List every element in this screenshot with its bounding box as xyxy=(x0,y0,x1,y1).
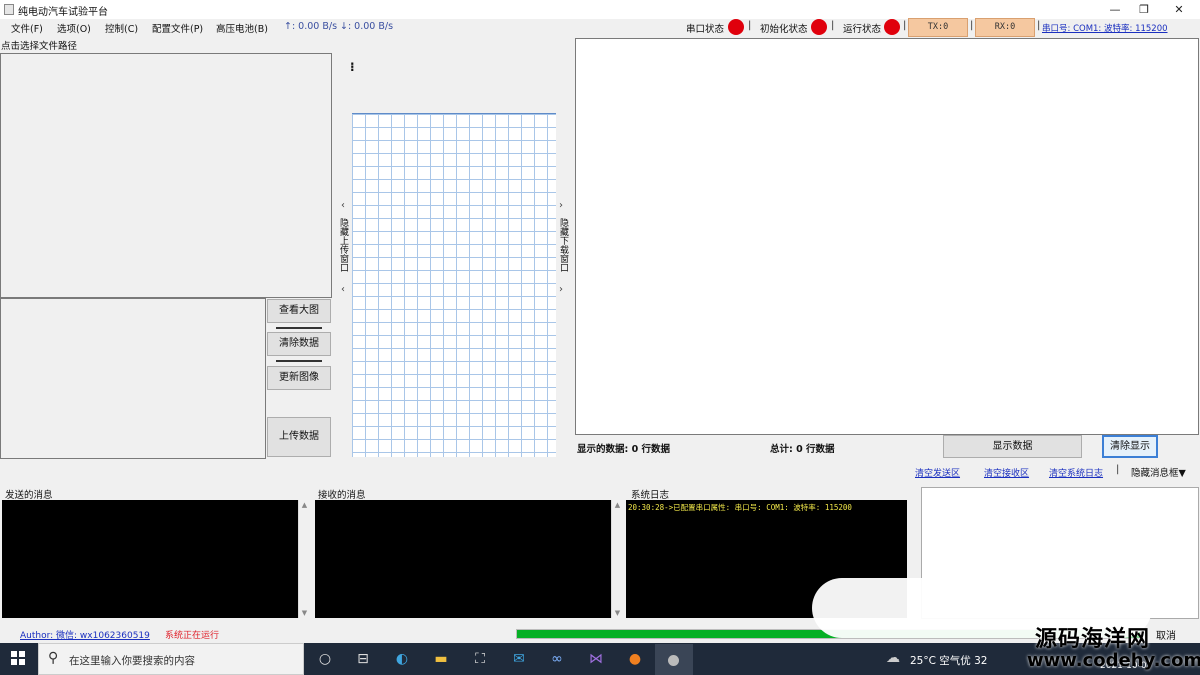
app-orange-icon[interactable]: ● xyxy=(624,649,646,669)
show-data-button[interactable]: 显示数据 xyxy=(943,435,1082,458)
weather-icon: ☁ xyxy=(886,650,900,666)
windows-start-icon[interactable] xyxy=(11,651,25,665)
init-status-label: 初始化状态 xyxy=(760,24,808,35)
search-icon: ⚲ xyxy=(48,650,59,666)
title-bar: 纯电动汽车试验平台 — ❐ ✕ xyxy=(0,0,1200,19)
init-status-indicator xyxy=(811,19,827,35)
received-scrollbar[interactable]: ▲ ▼ xyxy=(611,500,623,618)
separator: | xyxy=(903,20,907,31)
received-messages-console[interactable] xyxy=(315,500,611,618)
visual-studio-icon[interactable]: ⋈ xyxy=(585,649,607,669)
cancel-button[interactable]: 取消 xyxy=(1156,627,1176,642)
sent-scrollbar[interactable]: ▲ ▼ xyxy=(298,500,310,618)
collapse-left-arrow[interactable]: ‹ xyxy=(341,200,345,211)
separator: | xyxy=(970,20,974,31)
menu-file[interactable]: 文件(F) xyxy=(11,21,43,35)
run-status-indicator xyxy=(884,19,900,35)
close-button[interactable]: ✕ xyxy=(1162,0,1196,19)
collapse-left-arrow-2[interactable]: ‹ xyxy=(341,284,345,295)
watermark-text: 源码海洋网 xyxy=(1035,627,1151,652)
serial-status-label: 串口状态 xyxy=(686,24,725,35)
author-link[interactable]: Author: 微信: wx1062360519 xyxy=(20,628,150,641)
collapse-right-arrow-2[interactable]: › xyxy=(559,284,563,295)
clear-data-button[interactable]: 清除数据 xyxy=(267,332,331,356)
separator: | xyxy=(1037,20,1041,31)
system-running-status: 系统正在运行 xyxy=(165,631,220,641)
total-count: 总计: 0 行数据 xyxy=(770,444,835,455)
upload-data-button[interactable]: 上传数据 xyxy=(267,417,331,457)
divider xyxy=(276,327,322,329)
taskbar-search-box[interactable]: ⚲ 在这里输入你要搜索的内容 xyxy=(38,643,304,675)
received-messages-label: 接收的消息 xyxy=(318,490,366,501)
separator: | xyxy=(748,20,752,31)
run-status-label: 运行状态 xyxy=(843,24,882,35)
menu-config-file[interactable]: 配置文件(P) xyxy=(152,21,203,35)
displayed-count: 显示的数据: 0 行数据 xyxy=(577,444,671,455)
system-log-label: 系统日志 xyxy=(631,490,670,501)
splitter-grip[interactable]: ⁝ xyxy=(350,60,355,74)
menu-control[interactable]: 控制(C) xyxy=(105,21,138,35)
hide-message-box-toggle[interactable]: 隐藏消息框▼ xyxy=(1131,465,1186,479)
widgets-icon[interactable]: ⊟ xyxy=(352,649,374,669)
active-app-tile[interactable] xyxy=(655,644,693,675)
store-icon[interactable]: ⛶ xyxy=(469,649,491,669)
separator: | xyxy=(831,20,835,31)
search-placeholder: 在这里输入你要搜索的内容 xyxy=(69,655,195,667)
hide-download-window-toggle[interactable]: 隐藏下载窗口 xyxy=(557,218,570,272)
separator: | xyxy=(1116,464,1120,475)
serial-status-indicator xyxy=(728,19,744,35)
clear-receive-link[interactable]: 清空接收区 xyxy=(984,466,1029,479)
image-preview-panel xyxy=(0,53,332,298)
port-info-link[interactable]: 串口号: COM1: 波特率: 115200 xyxy=(1042,22,1168,34)
grid-canvas[interactable] xyxy=(352,113,556,457)
mail-icon[interactable]: ✉ xyxy=(508,649,530,669)
collapse-right-arrow[interactable]: › xyxy=(559,200,563,211)
file-explorer-icon[interactable]: ▬ xyxy=(430,649,452,669)
menu-options[interactable]: 选项(O) xyxy=(57,21,91,35)
view-large-button[interactable]: 查看大图 xyxy=(267,299,331,323)
active-app-icon xyxy=(668,655,679,666)
data-text-panel[interactable] xyxy=(0,298,266,459)
file-path-label[interactable]: 点击选择文件路径 xyxy=(1,38,77,52)
hide-upload-window-toggle[interactable]: 隐藏上传窗口 xyxy=(337,218,350,272)
tx-counter: TX:0 xyxy=(908,18,968,37)
watermark-url: www.codehy.com xyxy=(1027,650,1200,671)
rx-counter: RX:0 xyxy=(975,18,1035,37)
upload-speed: ↑: 0.00 B/s xyxy=(284,21,338,32)
download-speed: ↓: 0.00 B/s xyxy=(340,21,394,32)
clear-display-button[interactable]: 清除显示 xyxy=(1102,435,1158,458)
sent-messages-label: 发送的消息 xyxy=(5,490,53,501)
sent-messages-console[interactable] xyxy=(2,500,298,618)
system-log-line: 20:30:28->已配置串口属性: 串口号: COM1: 波特率: 11520… xyxy=(628,503,852,512)
data-display-area[interactable] xyxy=(575,38,1199,435)
clear-send-link[interactable]: 清空发送区 xyxy=(915,466,960,479)
maximize-button[interactable]: ❐ xyxy=(1127,0,1161,19)
edge-browser-icon[interactable]: ◐ xyxy=(391,649,413,669)
app-infinity-icon[interactable]: ∞ xyxy=(546,649,568,669)
task-view-icon[interactable]: ○ xyxy=(314,649,336,669)
clear-syslog-link[interactable]: 清空系统日志 xyxy=(1049,466,1103,479)
divider xyxy=(276,360,322,362)
window-title: 纯电动汽车试验平台 xyxy=(18,7,108,18)
weather-text[interactable]: 25°C 空气优 32 xyxy=(910,653,987,668)
update-image-button[interactable]: 更新图像 xyxy=(267,366,331,390)
menu-hv-battery[interactable]: 高压电池(B) xyxy=(216,21,268,35)
app-icon xyxy=(4,4,14,15)
